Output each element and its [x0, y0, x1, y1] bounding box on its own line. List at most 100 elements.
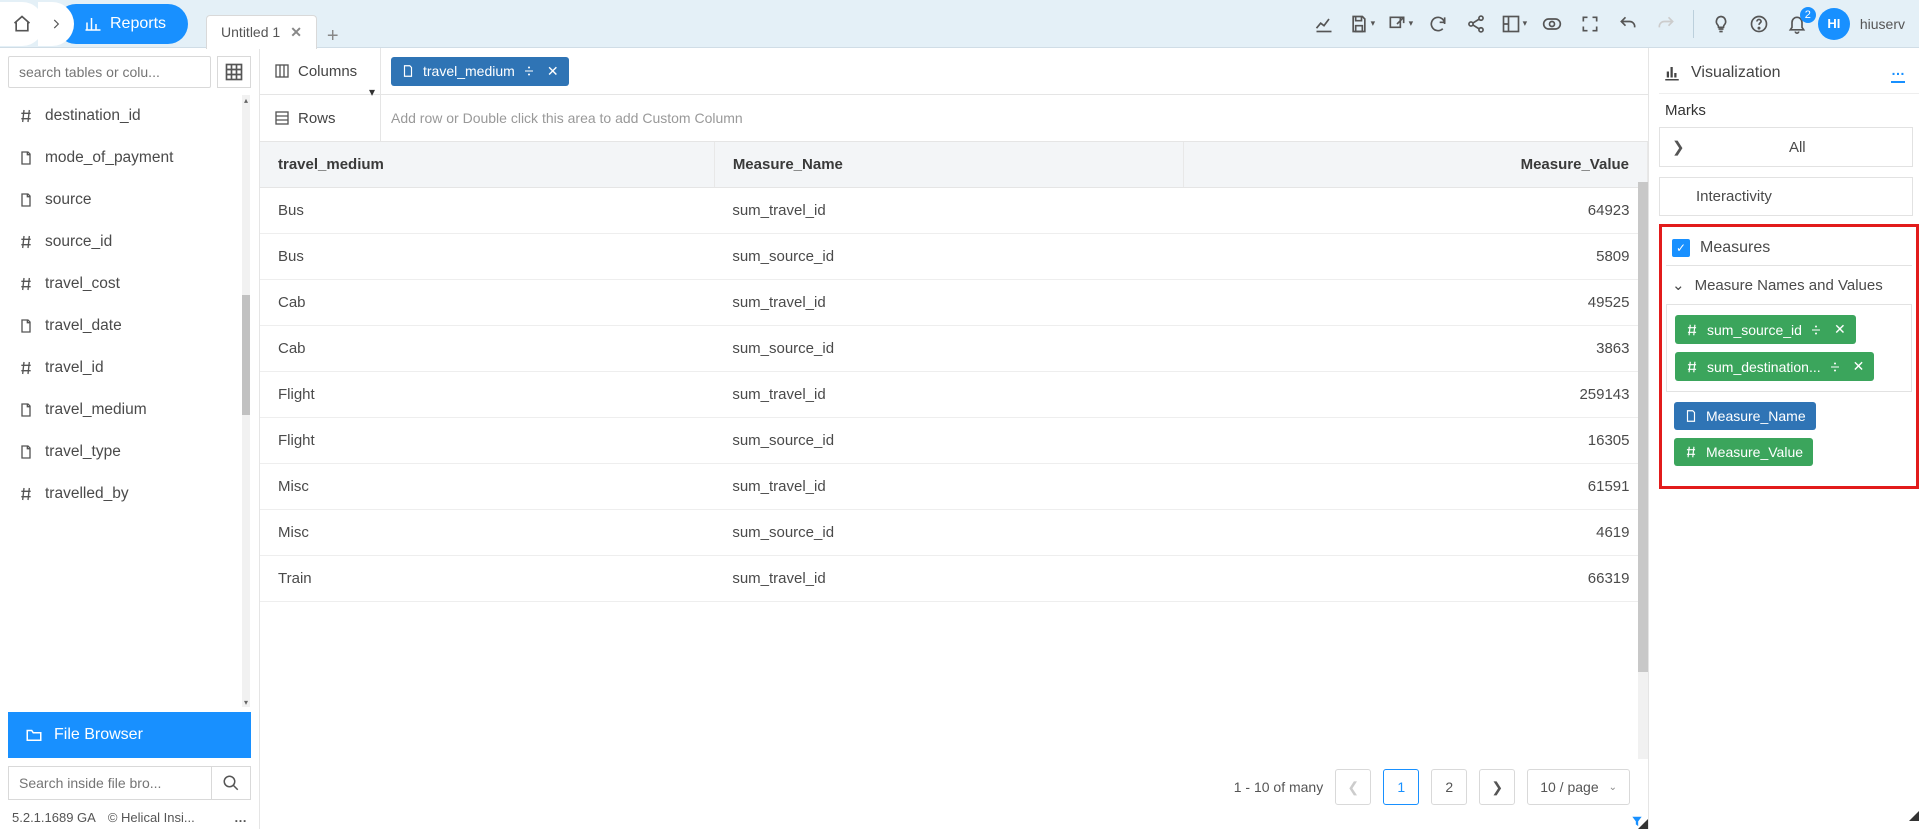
pill-remove-button[interactable]: ✕	[547, 63, 559, 80]
interactivity-row[interactable]: Interactivity	[1659, 177, 1913, 216]
column-item[interactable]: travel_medium	[9, 389, 242, 431]
column-item[interactable]: travel_cost	[9, 263, 242, 305]
help-button[interactable]	[1742, 7, 1776, 41]
pill-remove-button[interactable]: ✕	[1853, 358, 1865, 375]
username-label[interactable]: hiuserv	[1860, 16, 1905, 32]
divide-icon[interactable]	[1829, 361, 1841, 373]
pagination-next-button[interactable]: ❯	[1479, 769, 1515, 805]
breadcrumb-reports[interactable]: Reports	[56, 4, 188, 44]
hash-icon	[17, 486, 35, 502]
rows-shelf[interactable]: Add row or Double click this area to add…	[380, 95, 1648, 141]
marks-all-row[interactable]: ❯ All	[1659, 127, 1913, 167]
hint-button[interactable]	[1704, 7, 1738, 41]
table-cell: 61591	[1184, 464, 1648, 510]
save-icon	[1349, 14, 1369, 34]
table-row[interactable]: Cabsum_travel_id49525	[260, 280, 1648, 326]
table-row[interactable]: Miscsum_source_id4619	[260, 510, 1648, 556]
column-item[interactable]: travel_type	[9, 431, 242, 473]
pill-sum-destination-id[interactable]: sum_destination... ✕	[1675, 352, 1874, 381]
hash-icon	[17, 234, 35, 250]
column-item[interactable]: source	[9, 179, 242, 221]
redo-icon	[1656, 14, 1676, 34]
scrollbar-thumb[interactable]	[1638, 182, 1648, 672]
pagination-page-1[interactable]: 1	[1383, 769, 1419, 805]
layout-button[interactable]: ▾	[1497, 7, 1531, 41]
table-row[interactable]: Bussum_travel_id64923	[260, 188, 1648, 234]
table-scrollbar[interactable]	[1638, 182, 1648, 759]
refresh-button[interactable]	[1421, 7, 1455, 41]
divide-icon[interactable]	[523, 65, 535, 77]
preview-button[interactable]	[1535, 7, 1569, 41]
pill-measure-value[interactable]: Measure_Value	[1674, 438, 1813, 466]
chevron-down-icon: ▾	[1523, 18, 1528, 29]
columns-shelf[interactable]: travel_medium ✕	[380, 48, 1648, 94]
bar-chart-icon	[84, 15, 102, 33]
table-cell: Cab	[260, 326, 714, 372]
file-browser-button[interactable]: File Browser	[8, 712, 251, 758]
column-item[interactable]: travelled_by	[9, 473, 242, 515]
notification-badge: 2	[1800, 7, 1816, 23]
visualization-more-button[interactable]: …	[1891, 62, 1905, 83]
doc-icon	[17, 318, 35, 334]
avatar[interactable]: HI	[1818, 8, 1850, 40]
resize-handle[interactable]	[1638, 819, 1648, 829]
table-grid-button[interactable]	[217, 56, 251, 88]
column-item-label: destination_id	[45, 107, 141, 125]
pagination-prev-button[interactable]: ❮	[1335, 769, 1371, 805]
table-header[interactable]: Measure_Value	[1184, 142, 1648, 188]
column-item[interactable]: travel_date	[9, 305, 242, 347]
grid-icon	[224, 62, 244, 82]
save-button[interactable]: ▾	[1345, 7, 1379, 41]
undo-button[interactable]	[1611, 7, 1645, 41]
visualization-title: Visualization	[1691, 64, 1781, 82]
hash-icon	[1684, 445, 1698, 459]
table-row[interactable]: Flightsum_source_id16305	[260, 418, 1648, 464]
right-panel: Visualization … Marks ❯ All Interactivit…	[1649, 48, 1919, 829]
pill-sum-source-id[interactable]: sum_source_id ✕	[1675, 315, 1856, 344]
new-tab-button[interactable]: +	[327, 25, 339, 48]
table-cell: Misc	[260, 464, 714, 510]
file-browser-search-input[interactable]	[8, 766, 211, 800]
tab-untitled-1[interactable]: Untitled 1 ✕	[206, 15, 317, 49]
table-row[interactable]: Bussum_source_id5809	[260, 234, 1648, 280]
resize-handle[interactable]	[1909, 811, 1919, 821]
table-row[interactable]: Flightsum_travel_id259143	[260, 372, 1648, 418]
search-input[interactable]	[8, 56, 211, 88]
table-cell: 49525	[1184, 280, 1648, 326]
pagination-page-2[interactable]: 2	[1431, 769, 1467, 805]
fullscreen-button[interactable]	[1573, 7, 1607, 41]
export-button[interactable]: ▾	[1383, 7, 1417, 41]
column-item[interactable]: source_id	[9, 221, 242, 263]
redo-button[interactable]	[1649, 7, 1683, 41]
table-cell: sum_travel_id	[714, 372, 1183, 418]
notifications-button[interactable]: 2	[1780, 7, 1814, 41]
measure-names-values-row[interactable]: ⌄ Measure Names and Values	[1666, 265, 1912, 305]
table-cell: sum_source_id	[714, 234, 1183, 280]
divide-icon[interactable]	[1810, 324, 1822, 336]
file-browser-search-button[interactable]	[211, 766, 251, 800]
tab-label: Untitled 1	[221, 24, 280, 40]
table-header[interactable]: Measure_Name	[714, 142, 1183, 188]
pill-measure-name[interactable]: Measure_Name	[1674, 402, 1816, 430]
column-item-label: travelled_by	[45, 485, 129, 503]
share-button[interactable]	[1459, 7, 1493, 41]
table-row[interactable]: Cabsum_source_id3863	[260, 326, 1648, 372]
measures-checkbox[interactable]: ✓	[1672, 239, 1690, 257]
table-cell: Cab	[260, 280, 714, 326]
column-pill-travel-medium[interactable]: travel_medium ✕	[391, 57, 569, 86]
table-cell: 64923	[1184, 188, 1648, 234]
table-header[interactable]: travel_medium	[260, 142, 714, 188]
scrollbar-thumb[interactable]	[242, 295, 250, 415]
column-item[interactable]: mode_of_payment	[9, 137, 242, 179]
table-row[interactable]: Trainsum_travel_id66319	[260, 556, 1648, 602]
sidebar-scrollbar[interactable]: ▴ ▾	[242, 95, 250, 707]
column-item[interactable]: travel_id	[9, 347, 242, 389]
help-icon	[1749, 14, 1769, 34]
tab-close-button[interactable]: ✕	[290, 24, 302, 41]
footer-more-button[interactable]: …	[234, 810, 247, 825]
pagination-size-select[interactable]: 10 / page ⌄	[1527, 769, 1630, 805]
pill-remove-button[interactable]: ✕	[1834, 321, 1846, 338]
column-item[interactable]: destination_id	[9, 95, 242, 137]
table-row[interactable]: Miscsum_travel_id61591	[260, 464, 1648, 510]
chart-type-button[interactable]	[1307, 7, 1341, 41]
